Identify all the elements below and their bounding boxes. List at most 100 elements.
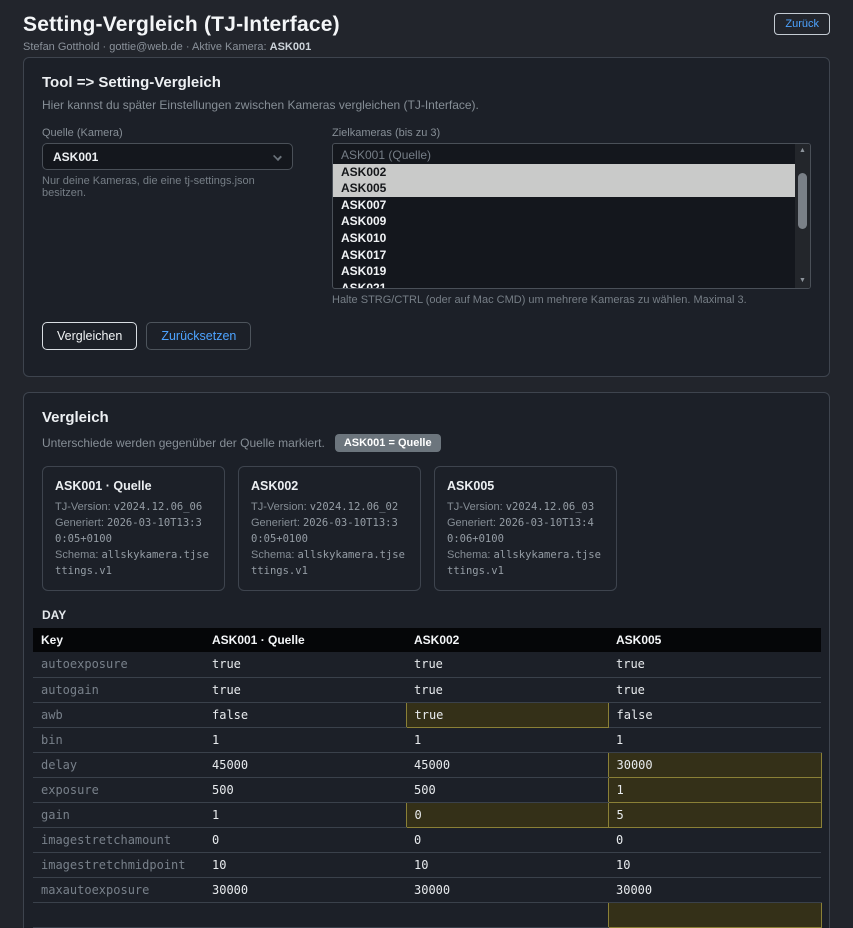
setting-value-cell xyxy=(406,902,608,927)
meta-generated: Generiert: 2026-03-10T13:40:06+0100 xyxy=(447,515,604,547)
setting-value-cell: 500 xyxy=(406,777,608,802)
setting-key-cell: maxautoexposure xyxy=(33,877,204,902)
camera-meta-card: ASK005 TJ-Version: v2024.12.06_03Generier… xyxy=(434,466,617,591)
table-row: maxautoexposure300003000030000 xyxy=(33,877,821,902)
table-row xyxy=(33,902,821,927)
table-row: awbfalsetruefalse xyxy=(33,702,821,727)
back-button[interactable]: Zurück xyxy=(774,13,830,35)
setting-value-cell: 1 xyxy=(406,727,608,752)
source-camera-help: Nur deine Kameras, die eine tj-settings.… xyxy=(42,175,293,199)
listbox-scrollbar[interactable]: ▲ ▼ xyxy=(795,144,810,288)
camera-meta-card: ASK001 · Quelle TJ-Version: v2024.12.06_0… xyxy=(42,466,225,591)
setting-value-cell: 10 xyxy=(204,852,406,877)
setting-key-cell: gain xyxy=(33,802,204,827)
target-camera-option[interactable]: ASK009 xyxy=(333,213,795,230)
setting-value-cell: 1 xyxy=(204,802,406,827)
target-camera-option[interactable]: ASK019 xyxy=(333,263,795,280)
target-cameras-label: Zielkameras (bis zu 3) xyxy=(332,127,811,139)
setting-value-cell: 45000 xyxy=(204,752,406,777)
target-camera-option[interactable]: ASK005 xyxy=(333,180,795,197)
setting-key-cell: autoexposure xyxy=(33,652,204,677)
setting-value-cell: 30000 xyxy=(204,877,406,902)
table-row: gain105 xyxy=(33,802,821,827)
user-subtitle: Stefan Gotthold · gottie@web.de · Aktive… xyxy=(23,41,830,53)
setting-value-cell: true xyxy=(406,652,608,677)
setting-value-cell: 10 xyxy=(406,852,608,877)
setting-key-cell: delay xyxy=(33,752,204,777)
setting-value-cell: 30000 xyxy=(608,877,821,902)
meta-schema: Schema: allskykamera.tjsettings.v1 xyxy=(55,547,212,579)
reset-button[interactable]: Zurücksetzen xyxy=(146,322,251,350)
table-row: autogaintruetruetrue xyxy=(33,677,821,702)
target-camera-option[interactable]: ASK002 xyxy=(333,164,795,181)
setting-value-cell: 1 xyxy=(608,727,821,752)
setting-value-cell: 1 xyxy=(204,727,406,752)
scrollbar-thumb[interactable] xyxy=(798,173,807,229)
diff-table-body: autoexposuretruetruetrueautogaintruetrue… xyxy=(33,652,821,927)
setting-value-cell: true xyxy=(406,677,608,702)
scroll-up-icon[interactable]: ▲ xyxy=(795,144,810,158)
table-row: exposure5005001 xyxy=(33,777,821,802)
setting-key-cell: awb xyxy=(33,702,204,727)
meta-tj-version: TJ-Version: v2024.12.06_03 xyxy=(447,499,604,515)
active-camera-value: ASK001 xyxy=(270,41,312,53)
target-cameras-help: Halte STRG/CTRL (oder auf Mac CMD) um me… xyxy=(332,294,811,306)
tool-card-description: Hier kannst du später Einstellungen zwis… xyxy=(42,98,811,112)
setting-value-cell: 0 xyxy=(204,827,406,852)
diff-table-column-header: ASK005 xyxy=(608,628,821,652)
target-camera-option: ASK001 (Quelle) xyxy=(333,147,795,164)
separator-dot: · xyxy=(103,41,107,53)
setting-value-cell-diff: 1 xyxy=(608,777,821,802)
compare-note-row: Unterschiede werden gegenüber der Quelle… xyxy=(42,434,811,452)
setting-value-cell: 0 xyxy=(406,827,608,852)
compare-card: Vergleich Unterschiede werden gegenüber … xyxy=(23,392,830,928)
compare-title: Vergleich xyxy=(42,409,811,426)
compare-button[interactable]: Vergleichen xyxy=(42,322,137,350)
setting-value-cell: false xyxy=(204,702,406,727)
setting-value-cell xyxy=(204,902,406,927)
page: Setting-Vergleich (TJ-Interface) Stefan … xyxy=(0,0,853,928)
meta-card-title: ASK005 xyxy=(447,478,604,494)
setting-value-cell: 10 xyxy=(608,852,821,877)
chevron-down-icon xyxy=(273,152,282,161)
diff-table-column-header: ASK001 · Quelle xyxy=(204,628,406,652)
meta-schema: Schema: allskykamera.tjsettings.v1 xyxy=(251,547,408,579)
table-row: imagestretchamount000 xyxy=(33,827,821,852)
meta-card-title: ASK002 xyxy=(251,478,408,494)
setting-key-cell: autogain xyxy=(33,677,204,702)
diff-table-header-row: KeyASK001 · QuelleASK002ASK005 xyxy=(33,628,821,652)
meta-generated: Generiert: 2026-03-10T13:30:05+0100 xyxy=(251,515,408,547)
compare-note: Unterschiede werden gegenüber der Quelle… xyxy=(42,436,325,450)
table-row: autoexposuretruetruetrue xyxy=(33,652,821,677)
setting-value-cell: 0 xyxy=(608,827,821,852)
target-camera-option[interactable]: ASK010 xyxy=(333,230,795,247)
target-camera-options: ASK001 (Quelle)ASK002ASK005ASK007ASK009A… xyxy=(333,147,795,289)
setting-value-cell-diff xyxy=(608,902,821,927)
diff-table-column-header: ASK002 xyxy=(406,628,608,652)
meta-schema: Schema: allskykamera.tjsettings.v1 xyxy=(447,547,604,579)
target-camera-option[interactable]: ASK021 xyxy=(333,280,795,289)
setting-value-cell: 30000 xyxy=(406,877,608,902)
user-email: gottie@web.de xyxy=(109,41,183,53)
targets-column: Zielkameras (bis zu 3) ASK001 (Quelle)AS… xyxy=(332,127,811,306)
meta-card-title: ASK001 · Quelle xyxy=(55,478,212,494)
compare-form: Quelle (Kamera) ASK001 Nur deine Kameras… xyxy=(42,127,811,306)
target-camera-option[interactable]: ASK017 xyxy=(333,247,795,264)
tool-card: Tool => Setting-Vergleich Hier kannst du… xyxy=(23,57,830,377)
setting-key-cell: bin xyxy=(33,727,204,752)
target-camera-option[interactable]: ASK007 xyxy=(333,197,795,214)
scroll-down-icon[interactable]: ▼ xyxy=(795,274,810,288)
camera-meta-card: ASK002TJ-Version: v2024.12.06_02Generier… xyxy=(238,466,421,591)
meta-tj-version: TJ-Version: v2024.12.06_06 xyxy=(55,499,212,515)
source-camera-select[interactable]: ASK001 xyxy=(42,143,293,170)
active-camera-label: Aktive Kamera: xyxy=(192,41,267,53)
diff-table-wrap: KeyASK001 · QuelleASK002ASK005 autoexpos… xyxy=(33,628,820,928)
table-row: imagestretchmidpoint101010 xyxy=(33,852,821,877)
setting-key-cell xyxy=(33,902,204,927)
target-camera-list[interactable]: ASK001 (Quelle)ASK002ASK005ASK007ASK009A… xyxy=(332,143,811,289)
user-name: Stefan Gotthold xyxy=(23,41,99,53)
diff-table: KeyASK001 · QuelleASK002ASK005 autoexpos… xyxy=(33,628,822,928)
setting-value-cell-diff: true xyxy=(406,702,608,727)
separator-dot: · xyxy=(186,41,190,53)
source-camera-label: Quelle (Kamera) xyxy=(42,127,293,139)
